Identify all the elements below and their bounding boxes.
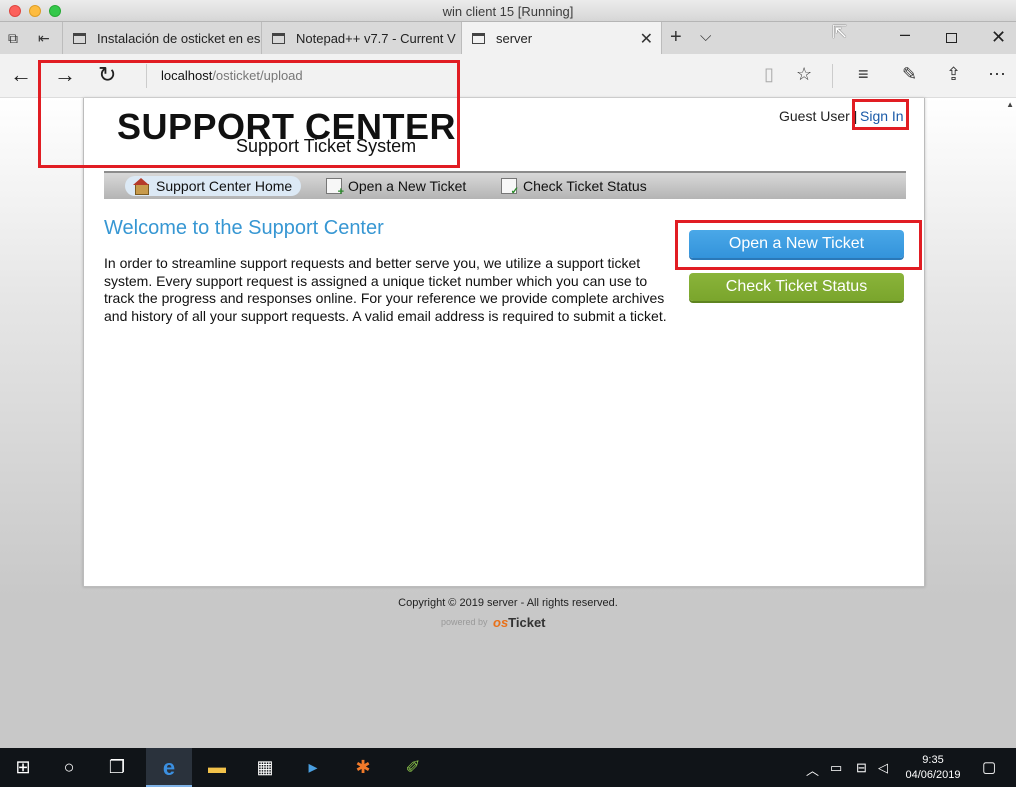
taskbar-clock[interactable]: 9:35 04/06/2019 (898, 753, 968, 783)
browser-tab-bar: ⧉ ⇤ Instalación de osticket en es Notepa… (0, 22, 1016, 54)
xampp-icon[interactable]: ✱ (340, 748, 386, 787)
back-arrow-icon[interactable]: ← (10, 62, 32, 88)
minimize-icon[interactable]: – (900, 24, 910, 45)
guest-user-label: Guest User | (779, 108, 858, 124)
tab-osticket-install[interactable]: Instalación de osticket en es (62, 22, 262, 54)
edge-browser-icon[interactable]: e (146, 748, 192, 787)
check-ticket-status-button[interactable]: Check Ticket Status (689, 273, 904, 301)
mouse-cursor-icon: ⇱ (832, 22, 848, 42)
nav-label: Check Ticket Status (523, 178, 647, 194)
vm-window-title: win client 15 [Running] (442, 4, 574, 19)
reading-view-icon[interactable]: ▯ (764, 64, 774, 85)
favorite-star-icon[interactable]: ☆ (796, 64, 812, 85)
task-view-icon[interactable]: ❐ (94, 748, 140, 787)
chevron-up-icon[interactable]: ︿ (806, 760, 819, 779)
main-nav: Support Center Home Open a New Ticket Ch… (104, 171, 906, 199)
file-explorer-icon[interactable]: ▬ (194, 748, 240, 787)
welcome-heading: Welcome to the Support Center (104, 217, 384, 239)
battery-icon[interactable]: ▭ (830, 760, 842, 776)
share-icon[interactable]: ⇪ (946, 64, 961, 85)
close-icon[interactable]: ✕ (991, 27, 1006, 48)
clock-date: 04/06/2019 (905, 769, 961, 781)
home-icon (133, 178, 150, 195)
search-icon[interactable]: ○ (46, 748, 92, 787)
web-note-icon[interactable]: ✎ (902, 64, 917, 85)
ticket-status-icon (501, 178, 519, 197)
page-container: SUPPORT CENTER Support Ticket System Gue… (83, 98, 925, 587)
tab-label: server (496, 30, 533, 46)
maximize-icon[interactable] (946, 33, 957, 43)
nav-check-ticket-status[interactable]: Check Ticket Status (492, 176, 656, 197)
highlight-box-sign-in (852, 99, 909, 130)
highlight-box-navigation (38, 60, 460, 168)
new-tab-icon[interactable]: + (670, 26, 682, 49)
store-icon[interactable]: ▦ (242, 748, 288, 787)
page-icon (472, 32, 485, 44)
hub-icon[interactable]: ≡ (858, 64, 869, 85)
windows-taskbar: ⊞ ○ ❐ e ▬ ▦ ▸ ✱ ✐ ︿ ▭ ⊟ ◁ 9:35 04/06/201… (0, 748, 1016, 787)
close-tab-icon[interactable]: ✕ (640, 29, 653, 49)
tab-server[interactable]: server ✕ (462, 22, 662, 54)
more-icon[interactable]: ⋯ (988, 64, 1006, 85)
powered-by-label: powered by (441, 617, 488, 627)
page-icon (73, 32, 86, 44)
powershell-icon[interactable]: ▸ (290, 748, 336, 787)
scroll-up-icon[interactable]: ▲ (1006, 100, 1014, 109)
tab-label: Notepad++ v7.7 - Current V (296, 30, 456, 46)
tab-notepad[interactable]: Notepad++ v7.7 - Current V (262, 22, 462, 54)
nav-label: Open a New Ticket (348, 178, 467, 194)
nav-label: Support Center Home (156, 178, 293, 194)
osticket-logo[interactable]: osTicket (493, 615, 546, 630)
brand-os: os (493, 615, 509, 630)
intro-paragraph: In order to streamline support requests … (104, 255, 667, 324)
notifications-icon[interactable]: ▢ (982, 758, 996, 776)
volume-icon[interactable]: ◁ (878, 760, 888, 776)
windows-start-icon[interactable]: ⊞ (0, 748, 46, 787)
chevron-down-icon[interactable]: ⌵ (700, 28, 711, 45)
tabs-preview-icon[interactable]: ⇤ (38, 30, 50, 47)
notepad-plus-plus-icon[interactable]: ✐ (390, 748, 436, 787)
toolbar-divider (832, 64, 833, 88)
brand-ticket: Ticket (508, 615, 546, 630)
nav-open-new-ticket[interactable]: Open a New Ticket (317, 176, 475, 198)
highlight-box-open-ticket (675, 220, 922, 270)
new-ticket-icon (326, 178, 344, 198)
vm-window-titlebar: win client 15 [Running] (0, 0, 1016, 22)
network-icon[interactable]: ⊟ (856, 760, 867, 776)
clock-time: 9:35 (922, 754, 944, 766)
footer-copyright: Copyright © 2019 server - All rights res… (398, 597, 618, 609)
tab-label: Instalación de osticket en es (97, 30, 261, 46)
nav-support-center-home[interactable]: Support Center Home (125, 176, 302, 196)
page-icon (272, 32, 285, 44)
tab-set-aside-icon[interactable]: ⧉ (8, 30, 18, 47)
